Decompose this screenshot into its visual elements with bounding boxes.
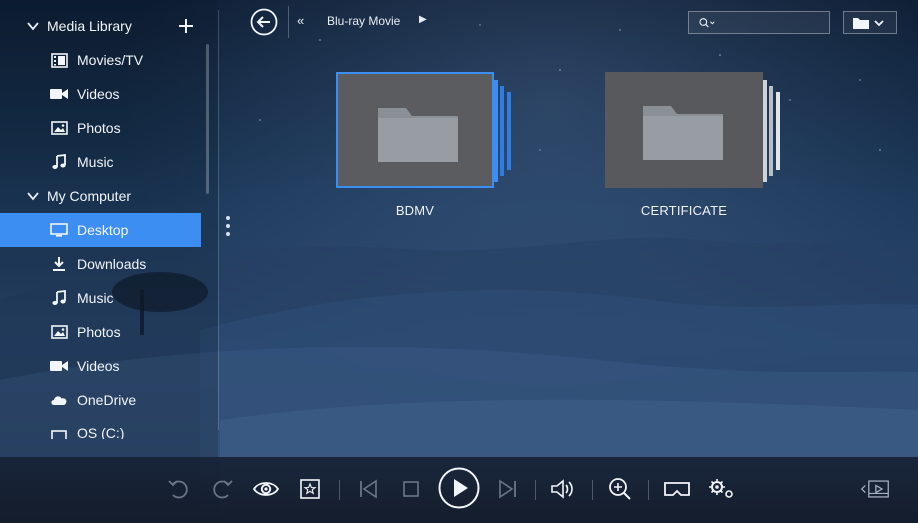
photo-icon [50,119,68,137]
sidebar-item-label: Music [77,290,114,306]
folder-thumbnail[interactable] [605,72,763,188]
folder-dropdown-icon [853,18,884,29]
sidebar-item-videos-computer[interactable]: Videos [0,349,201,383]
search-input[interactable] [727,14,829,33]
folder-thumbnail[interactable] [336,72,494,188]
folder-stack-edge [769,86,773,176]
music-note-icon [50,153,68,171]
volume-icon[interactable] [548,471,578,507]
search-icon[interactable] [699,15,715,31]
redo-icon[interactable] [207,471,237,507]
video-camera-icon [50,357,68,375]
music-note-icon [50,289,68,307]
sidebar-item-label: Movies/TV [77,52,144,68]
sidebar-item-onedrive[interactable]: OneDrive [0,383,201,417]
sidebar-scrollbar[interactable] [206,44,209,194]
next-track-icon[interactable] [493,471,523,507]
toolbar-divider [339,480,340,500]
play-icon[interactable] [437,466,481,510]
sidebar-item-label: OneDrive [77,392,137,408]
folder-name: CERTIFICATE [640,203,728,218]
bookmark-star-icon[interactable] [295,471,325,507]
settings-gears-icon[interactable] [706,471,736,507]
video-camera-icon [50,85,68,103]
film-icon [50,51,68,69]
sidebar-item-desktop[interactable]: Desktop [0,213,201,247]
sidebar-item-os-drive[interactable]: OS (C:) [0,417,201,439]
folder-icon [643,106,723,160]
mini-player-icon[interactable] [860,471,890,507]
folder-stack-edge [507,92,511,170]
zoom-in-icon[interactable] [605,471,635,507]
add-icon[interactable] [176,16,196,36]
playback-toolbar [0,457,918,523]
sidebar-item-music[interactable]: Music [0,145,201,179]
folder-icon [378,108,458,162]
sidebar-item-label: Videos [77,358,120,374]
sidebar-item-movies-tv[interactable]: Movies/TV [0,43,201,77]
stop-icon[interactable] [396,471,426,507]
chevron-down-icon [27,192,39,201]
folder-tile[interactable]: CERTIFICATE [605,72,795,232]
sidebar-item-label: Photos [77,324,121,340]
photo-icon [50,323,68,341]
breadcrumb-current[interactable]: Blu-ray Movie [327,14,400,28]
download-icon [50,255,68,273]
folder-name: BDMV [395,203,435,218]
folder-tile[interactable]: BDMV [336,72,526,232]
breadcrumb-forward-button[interactable]: ▶ [419,14,427,25]
sidebar-item-label: Downloads [77,256,147,272]
toolbar-divider [535,480,536,500]
chevron-down-icon [27,22,39,31]
sidebar-group-label: My Computer [47,188,132,204]
sidebar-group-media-library[interactable]: Media Library [0,9,201,43]
more-options-icon[interactable] [225,216,231,240]
monitor-icon [50,221,68,239]
sidebar-item-label: Photos [77,120,121,136]
vr-headset-icon[interactable] [661,471,693,507]
search-box[interactable] [688,11,830,34]
folder-stack-edge [494,80,498,182]
sidebar-divider [218,10,219,430]
topbar-divider [288,6,289,38]
sidebar-group-label: Media Library [47,18,132,34]
folder-stack-edge [776,92,780,170]
back-arrow-icon[interactable] [250,8,278,36]
sidebar-item-music-computer[interactable]: Music [0,281,201,315]
toolbar-divider [592,480,593,500]
toolbar-divider [648,480,649,500]
folder-stack-edge [763,80,767,182]
cloud-icon [50,391,68,409]
drive-icon [50,427,68,439]
sidebar-group-my-computer[interactable]: My Computer [0,179,201,213]
sidebar-item-label: Videos [77,86,120,102]
previous-track-icon[interactable] [353,471,383,507]
sidebar: Media Library Movies/TV Videos Photos Mu… [0,0,220,457]
sidebar-item-photos-computer[interactable]: Photos [0,315,201,349]
view-mode-button[interactable] [843,11,897,34]
breadcrumb-back-button[interactable]: « [297,13,304,28]
undo-icon[interactable] [164,471,194,507]
sidebar-item-downloads[interactable]: Downloads [0,247,201,281]
eye-icon[interactable] [251,471,281,507]
sidebar-item-photos[interactable]: Photos [0,111,201,145]
sidebar-item-videos[interactable]: Videos [0,77,201,111]
folder-stack-edge [500,86,504,176]
sidebar-item-label: Music [77,154,114,170]
sidebar-item-label: Desktop [77,222,129,238]
sidebar-item-label: OS (C:) [77,425,125,439]
